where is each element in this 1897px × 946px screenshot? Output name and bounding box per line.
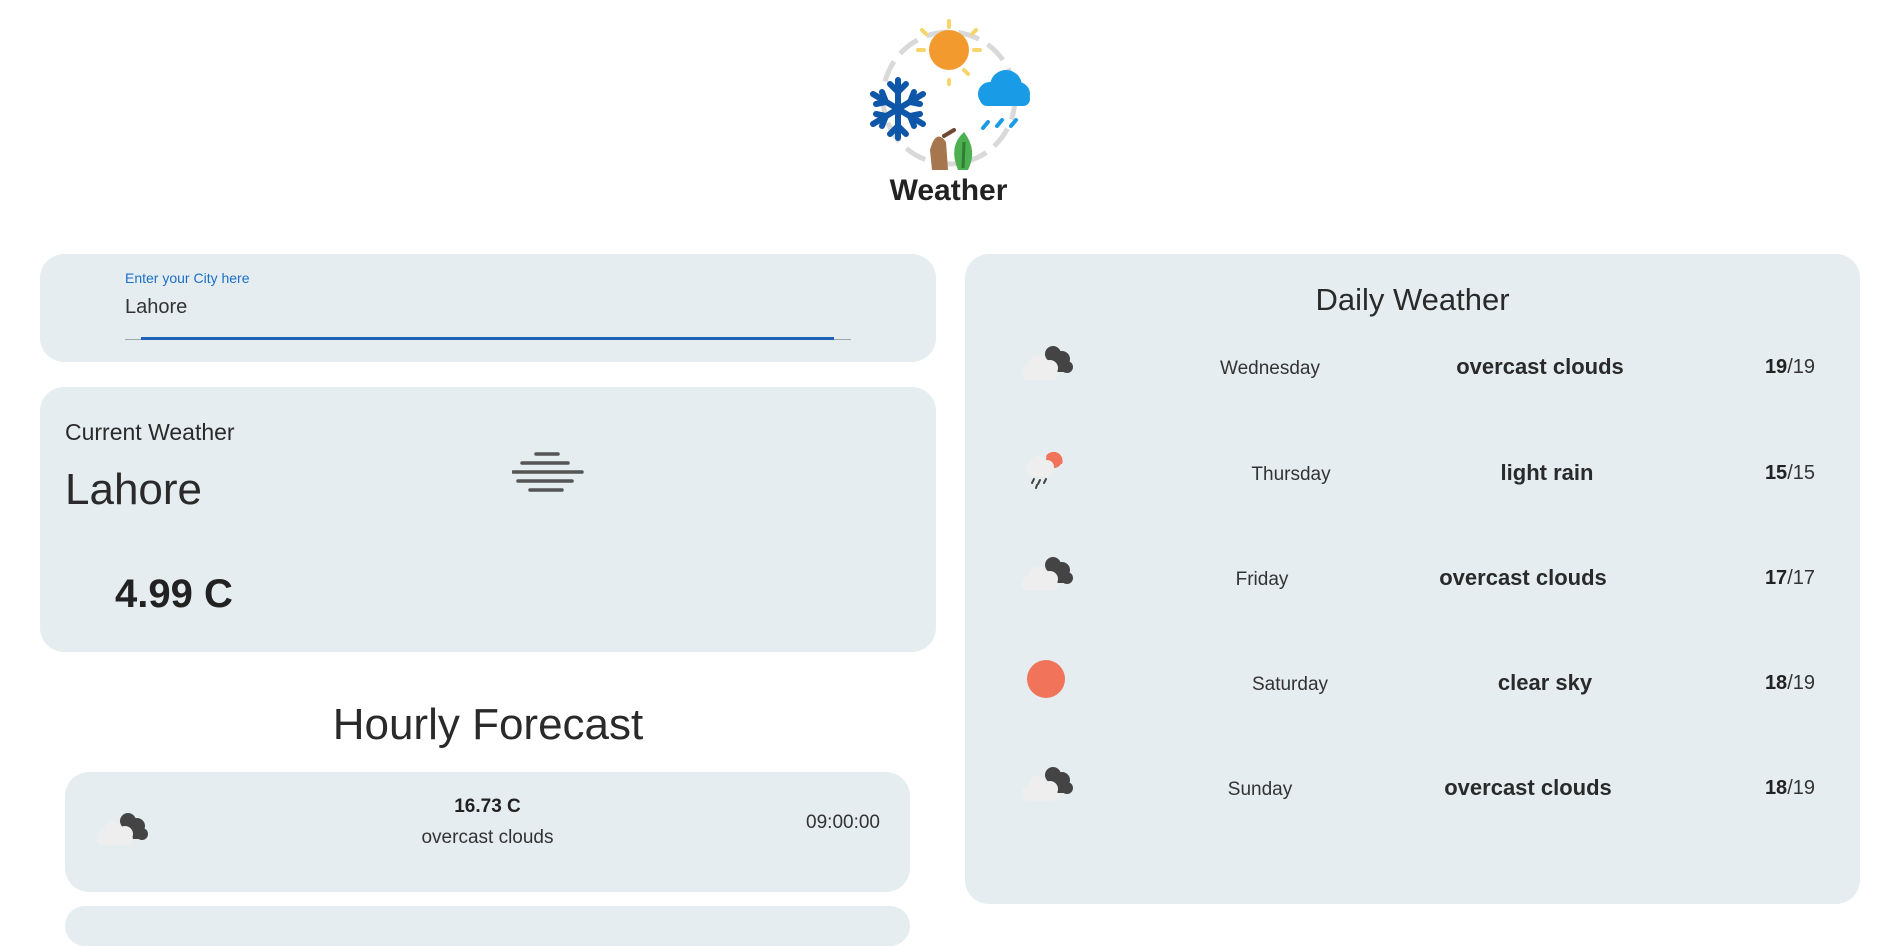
current-weather-card: Current Weather Lahore 4.99 C bbox=[40, 387, 936, 652]
daily-temperature-range: 15/15 bbox=[1765, 462, 1815, 485]
city-field-focus-underline bbox=[141, 337, 834, 340]
daily-description: light rain bbox=[1500, 460, 1594, 485]
hourly-item: 16.73 C overcast clouds 09:00:00 bbox=[65, 772, 910, 892]
daily-min-temp: 17 bbox=[1792, 567, 1815, 589]
daily-temperature-range: 17/17 bbox=[1765, 567, 1815, 590]
daily-max-temp: 19 bbox=[1764, 356, 1788, 378]
daily-max-temp: 18 bbox=[1764, 672, 1788, 694]
current-weather-heading: Current Weather bbox=[65, 419, 235, 445]
hourly-item bbox=[65, 906, 910, 946]
hourly-forecast-title: Hourly Forecast bbox=[332, 700, 644, 749]
daily-min-temp: 19 bbox=[1792, 777, 1815, 799]
daily-day-name: Saturday bbox=[1251, 674, 1329, 695]
city-field-label: Enter your City here bbox=[125, 270, 250, 286]
city-field: Enter your City here bbox=[125, 270, 851, 340]
daily-min-temp: 15 bbox=[1792, 462, 1815, 484]
hourly-time: 09:00:00 bbox=[806, 812, 880, 833]
current-city-name: Lahore bbox=[65, 465, 203, 514]
daily-temperature-range: 19/19 bbox=[1765, 356, 1815, 379]
daily-row: Sunday overcast clouds 18/19 bbox=[965, 745, 1860, 825]
daily-row: Thursday light rain 15/15 bbox=[965, 430, 1860, 510]
app-logo bbox=[860, 18, 1038, 178]
overcast-clouds-icon bbox=[1020, 763, 1076, 805]
current-temperature: 4.99 C bbox=[115, 572, 233, 616]
daily-day-name: Thursday bbox=[1251, 464, 1331, 485]
hourly-description: overcast clouds bbox=[421, 827, 554, 848]
daily-temperature-range: 18/19 bbox=[1765, 777, 1815, 800]
city-input[interactable] bbox=[125, 292, 851, 322]
clear-sky-icon bbox=[1020, 658, 1076, 700]
daily-day-name: Friday bbox=[1235, 569, 1289, 590]
daily-row: Saturday clear sky 18/19 bbox=[965, 640, 1860, 720]
daily-temperature-range: 18/19 bbox=[1765, 672, 1815, 695]
daily-description: clear sky bbox=[1497, 670, 1593, 695]
daily-day-name: Wednesday bbox=[1220, 358, 1320, 379]
fog-icon bbox=[511, 451, 584, 495]
daily-day-name: Sunday bbox=[1227, 779, 1293, 800]
daily-description: overcast clouds bbox=[1456, 354, 1624, 379]
daily-row: Wednesday overcast clouds 19/19 bbox=[965, 324, 1860, 404]
daily-row: Friday overcast clouds 17/17 bbox=[965, 535, 1860, 615]
daily-max-temp: 17 bbox=[1764, 567, 1788, 589]
daily-description: overcast clouds bbox=[1444, 775, 1612, 800]
daily-max-temp: 15 bbox=[1764, 462, 1788, 484]
search-panel: Enter your City here bbox=[40, 254, 936, 362]
daily-min-temp: 19 bbox=[1792, 672, 1815, 694]
overcast-clouds-icon bbox=[1020, 553, 1076, 595]
overcast-clouds-icon bbox=[1020, 342, 1076, 384]
daily-min-temp: 19 bbox=[1792, 356, 1815, 378]
daily-weather-title: Daily Weather bbox=[1315, 282, 1510, 317]
daily-weather-card: Daily Weather Wednesday overcast clouds … bbox=[965, 254, 1860, 904]
app-title: Weather bbox=[889, 174, 1008, 207]
daily-description: overcast clouds bbox=[1439, 565, 1607, 590]
daily-max-temp: 18 bbox=[1764, 777, 1788, 799]
hourly-temperature: 16.73 C bbox=[454, 796, 521, 817]
light-rain-icon bbox=[1020, 448, 1076, 490]
